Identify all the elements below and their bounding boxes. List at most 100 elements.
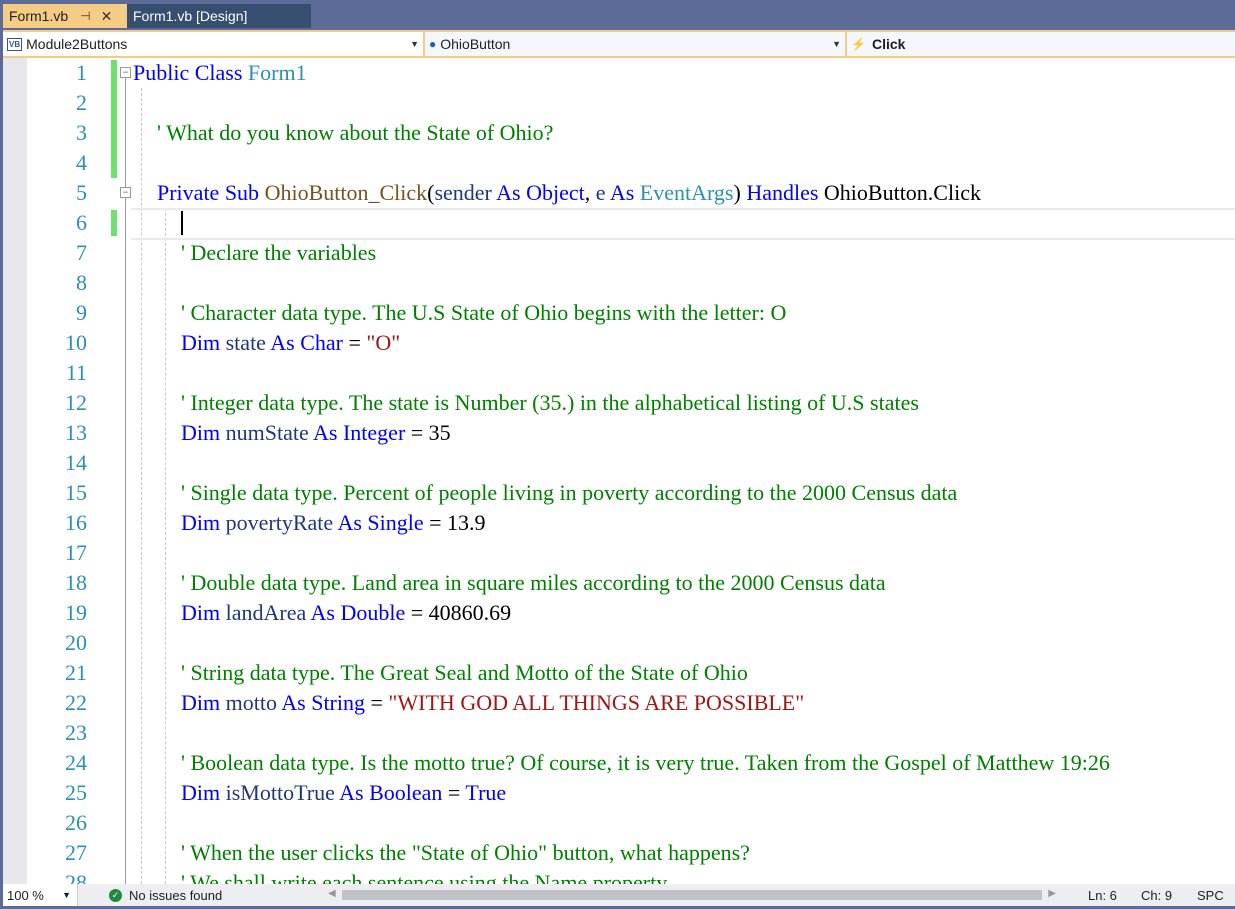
code-token: isMottoTrue	[225, 780, 335, 805]
line-number: 7	[76, 240, 87, 265]
code-line[interactable]: 13 Dim numState As Integer = 35	[3, 418, 1235, 448]
code-token: As String	[276, 690, 365, 715]
code-line[interactable]: 11	[3, 358, 1235, 388]
issues-indicator[interactable]: ✓ No issues found	[109, 884, 222, 906]
line-number: 24	[65, 750, 87, 775]
code-line[interactable]: 8	[3, 268, 1235, 298]
code-token: Public Class	[133, 60, 248, 85]
code-token: ' Declare the variables	[181, 240, 377, 265]
code-line[interactable]: 2	[3, 88, 1235, 118]
code-token: Dim	[181, 600, 226, 625]
scroll-left-icon[interactable]: ◀	[328, 888, 336, 899]
code-text: Public Class Form1	[133, 58, 307, 88]
tab-form1-design[interactable]: Form1.vb [Design]	[127, 4, 311, 28]
scrollbar-thumb[interactable]	[342, 890, 1042, 900]
code-line[interactable]: 21 ' String data type. The Great Seal and…	[3, 658, 1235, 688]
object-name: OhioButton	[440, 36, 511, 52]
code-line[interactable]: 25 Dim isMottoTrue As Boolean = True	[3, 778, 1235, 808]
line-number: 17	[65, 540, 87, 565]
code-line[interactable]: 1 Public Class Form1	[3, 58, 1235, 88]
code-text: ' We shall write each sentence using the…	[181, 868, 667, 884]
scroll-right-icon[interactable]: ▶	[1048, 888, 1056, 899]
horizontal-scrollbar[interactable]: ◀ ▶	[326, 884, 1056, 906]
code-token: numState	[225, 420, 309, 445]
code-token: ' When the user clicks the "State of Ohi…	[181, 840, 750, 865]
code-line[interactable]: 12 ' Integer data type. The state is Numb…	[3, 388, 1235, 418]
line-number: 9	[76, 300, 87, 325]
code-text: ' Single data type. Percent of people li…	[181, 478, 957, 508]
line-number: 13	[65, 420, 87, 445]
line-number: 21	[65, 660, 87, 685]
line-number-status[interactable]: Ln: 6	[1088, 884, 1117, 906]
line-number: 5	[76, 180, 87, 205]
code-line[interactable]: 28 ' We shall write each sentence using t…	[3, 868, 1235, 884]
line-number: 15	[65, 480, 87, 505]
column-status[interactable]: Ch: 9	[1141, 884, 1172, 906]
code-line[interactable]: 14	[3, 448, 1235, 478]
code-token: Handles	[746, 180, 824, 205]
code-token: Private Sub	[157, 180, 265, 205]
code-line[interactable]: 6	[3, 208, 1235, 238]
code-line[interactable]: 18 ' Double data type. Land area in squar…	[3, 568, 1235, 598]
code-text: Dim povertyRate As Single = 13.9	[181, 508, 486, 538]
chevron-down-icon[interactable]: ▼	[62, 890, 71, 900]
code-line[interactable]: 24 ' Boolean data type. Is the motto true…	[3, 748, 1235, 778]
issues-text: No issues found	[129, 887, 223, 903]
code-token: ' Boolean data type. Is the motto true? …	[181, 750, 1110, 775]
code-line[interactable]: 26	[3, 808, 1235, 838]
chevron-down-icon[interactable]: ▼	[410, 39, 419, 49]
project-name: Module2Buttons	[26, 36, 128, 52]
code-line[interactable]: 10 Dim state As Char = "O"	[3, 328, 1235, 358]
code-token: As	[605, 180, 640, 205]
code-token: Dim	[181, 510, 226, 535]
close-icon[interactable]: ✕	[101, 8, 113, 25]
zoom-dropdown[interactable]: 100 % ▼	[3, 884, 78, 906]
code-token: Form1	[247, 60, 307, 85]
line-number-text: Ln: 6	[1088, 887, 1117, 903]
whitespace-mode-status[interactable]: SPC	[1197, 884, 1224, 906]
code-line[interactable]: 15 ' Single data type. Percent of people …	[3, 478, 1235, 508]
line-number: 3	[76, 120, 87, 145]
code-token: "WITH GOD ALL THINGS ARE POSSIBLE"	[388, 690, 805, 715]
check-circle-icon: ✓	[109, 888, 122, 902]
pin-icon[interactable]: ⊣	[80, 9, 90, 23]
event-lightning-icon: ⚡	[851, 37, 866, 51]
line-number: 25	[65, 780, 87, 805]
code-token: )	[733, 180, 747, 205]
code-line[interactable]: 27 ' When the user clicks the "State of O…	[3, 838, 1235, 868]
code-line[interactable]: 20	[3, 628, 1235, 658]
tab-form1-vb[interactable]: Form1.vb ⊣ ✕	[3, 4, 127, 28]
code-token: ' Character data type. The U.S State of …	[181, 300, 787, 325]
line-number: 12	[65, 390, 87, 415]
code-line[interactable]: 4	[3, 148, 1235, 178]
code-token: povertyRate	[225, 510, 334, 535]
code-line[interactable]: 3 ' What do you know about the State of O…	[3, 118, 1235, 148]
chevron-down-icon[interactable]: ▼	[832, 39, 841, 49]
code-text: ' Character data type. The U.S State of …	[181, 298, 786, 328]
code-token: =	[365, 690, 389, 715]
project-dropdown[interactable]: VB Module2Buttons ▼	[3, 32, 423, 56]
code-line[interactable]: 22 Dim motto As String = "WITH GOD ALL TH…	[3, 688, 1235, 718]
object-dropdown[interactable]: ● OhioButton ▼	[425, 32, 845, 56]
code-token: ' Single data type. Percent of people li…	[181, 480, 958, 505]
code-line[interactable]: 9 ' Character data type. The U.S State of…	[3, 298, 1235, 328]
line-number: 16	[65, 510, 87, 535]
code-token: =	[342, 330, 367, 355]
tab-label: Form1.vb	[9, 8, 69, 24]
code-line[interactable]: 19 Dim landArea As Double = 40860.69	[3, 598, 1235, 628]
code-line[interactable]: 7 ' Declare the variables	[3, 238, 1235, 268]
code-text: Dim state As Char = "O"	[181, 328, 400, 358]
code-token: ' Double data type. Land area in square …	[181, 570, 886, 595]
event-dropdown[interactable]: ⚡ Click	[847, 32, 1235, 56]
code-token: ' We shall write each sentence using the…	[181, 870, 668, 884]
code-line[interactable]: 5 Private Sub OhioButton_Click(sender As …	[3, 178, 1235, 208]
code-line[interactable]: 23	[3, 718, 1235, 748]
code-token: As Boolean	[334, 780, 443, 805]
code-token: As Object	[491, 180, 585, 205]
code-text: ' String data type. The Great Seal and M…	[181, 658, 748, 688]
code-token: landArea	[225, 600, 307, 625]
code-line[interactable]: 17	[3, 538, 1235, 568]
code-line[interactable]: 16 Dim povertyRate As Single = 13.9	[3, 508, 1235, 538]
code-editor[interactable]: − − 1 Public Class Form1 2 3 ' What do you k…	[3, 58, 1235, 884]
editor-status-bar: 100 % ▼ ✓ No issues found ◀ ▶ Ln: 6 Ch: …	[3, 884, 1235, 906]
